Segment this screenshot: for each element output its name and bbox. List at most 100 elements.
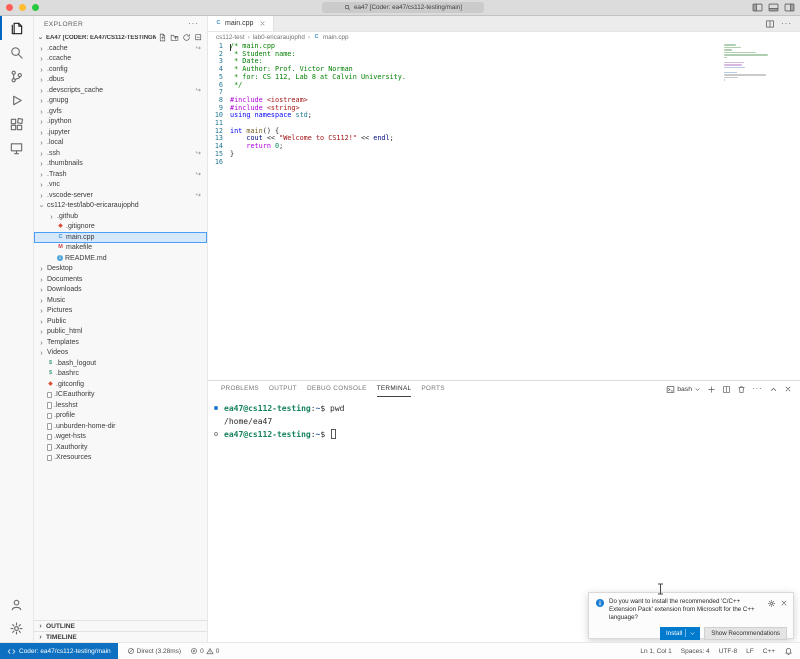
split-terminal-button[interactable]	[722, 385, 731, 394]
tree-item-main-cpp[interactable]: Cmain.cpp	[34, 232, 207, 243]
tree-item-profile[interactable]: .profile	[34, 411, 207, 422]
tree-item-vnc[interactable]: ›.vnc	[34, 180, 207, 191]
code-line[interactable]: 16	[208, 159, 740, 167]
code-line[interactable]: 11	[208, 120, 740, 128]
collapse-folders-button[interactable]	[194, 33, 203, 42]
status-latency[interactable]: Direct (3.28ms)	[127, 647, 181, 655]
tree-item-unburden-home-dir[interactable]: .unburden-home-dir	[34, 421, 207, 432]
tree-item-pictures[interactable]: ›Pictures	[34, 306, 207, 317]
panel-tab-problems[interactable]: PROBLEMS	[221, 381, 259, 397]
panel-more-actions-button[interactable]: ···	[752, 385, 763, 393]
code-editor[interactable]: 1/* main.cpp2 * Student name:3 * Date:4 …	[208, 43, 740, 166]
window-zoom-button[interactable]	[32, 4, 39, 11]
tree-item-videos[interactable]: ›Videos	[34, 348, 207, 359]
tree-item-local[interactable]: ›.local	[34, 138, 207, 149]
tree-item-templates[interactable]: ›Templates	[34, 337, 207, 348]
install-button[interactable]: Install	[660, 627, 700, 640]
tree-item-devscripts-cache[interactable]: ›.devscripts_cache↪	[34, 85, 207, 96]
toggle-sidebar-icon[interactable]	[752, 2, 763, 13]
tab-main-cpp[interactable]: C main.cpp	[208, 16, 274, 31]
source-control-icon[interactable]	[0, 64, 33, 88]
breadcrumb-item[interactable]: cs112-test	[216, 34, 245, 41]
terminal-line[interactable]: ea47@cs112-testing:~$ pwd	[224, 402, 800, 415]
tree-item-dbus[interactable]: ›.dbus	[34, 75, 207, 86]
close-panel-button[interactable]	[784, 385, 792, 393]
code-line[interactable]: 15}	[208, 151, 740, 159]
tree-item-desktop[interactable]: ›Desktop	[34, 264, 207, 275]
editor-more-actions-button[interactable]: ···	[781, 20, 792, 28]
split-editor-button[interactable]	[765, 19, 775, 29]
status-encoding[interactable]: UTF-8	[719, 648, 737, 655]
window-minimize-button[interactable]	[19, 4, 26, 11]
tree-item-gitignore[interactable]: ◆.gitignore	[34, 222, 207, 233]
tree-item-ccache[interactable]: ›.ccache	[34, 54, 207, 65]
code-line[interactable]: 14 return 0;	[208, 143, 740, 151]
tree-item-readme-md[interactable]: iREADME.md	[34, 253, 207, 264]
status-language[interactable]: C++	[763, 648, 775, 655]
tree-item-xauthority[interactable]: .Xauthority	[34, 442, 207, 453]
toggle-panel-icon[interactable]	[768, 2, 779, 13]
window-close-button[interactable]	[6, 4, 13, 11]
explorer-icon[interactable]	[0, 16, 33, 40]
tree-item-public-html[interactable]: ›public_html	[34, 327, 207, 338]
tree-item-cache[interactable]: ›.cache↪	[34, 43, 207, 54]
tree-item-documents[interactable]: ›Documents	[34, 274, 207, 285]
outline-section[interactable]: › OUTLINE	[34, 620, 207, 631]
tree-item-bash-logout[interactable]: $.bash_logout	[34, 358, 207, 369]
code-line[interactable]: 13 cout << "Welcome to CS112!" << endl;	[208, 135, 740, 143]
tree-item-config[interactable]: ›.config	[34, 64, 207, 75]
tree-item-music[interactable]: ›Music	[34, 295, 207, 306]
notification-close-icon[interactable]	[780, 599, 788, 607]
command-center[interactable]: ea47 [Coder: ea47/cs112-testing/main]	[322, 2, 484, 13]
account-icon[interactable]	[0, 592, 33, 616]
tree-item-ssh[interactable]: ›.ssh↪	[34, 148, 207, 159]
code-line[interactable]: 2 * Student name:	[208, 51, 740, 59]
breadcrumb[interactable]: cs112-test › lab0-ericaraujophd › C main…	[208, 32, 800, 43]
notification-settings-icon[interactable]	[767, 599, 776, 608]
status-problems[interactable]: 0 0	[190, 647, 219, 655]
notifications-bell[interactable]	[784, 647, 793, 656]
status-eol[interactable]: LF	[746, 648, 754, 655]
search-icon[interactable]	[0, 40, 33, 64]
code-line[interactable]: 5 * for: CS 112, Lab 8 at Calvin Univers…	[208, 74, 740, 82]
tree-item-public[interactable]: ›Public	[34, 316, 207, 327]
tree-item-gvfs[interactable]: ›.gvfs	[34, 106, 207, 117]
code-line[interactable]: 6 */	[208, 82, 740, 90]
tree-item-cs112-test-lab0-ericaraujophd[interactable]: ›cs112-test/lab0-ericaraujophd	[34, 201, 207, 212]
show-recommendations-button[interactable]: Show Recommendations	[704, 627, 787, 640]
terminal-line[interactable]: /home/ea47	[224, 415, 800, 428]
panel-tab-ports[interactable]: PORTS	[421, 381, 444, 397]
panel-tab-debug-console[interactable]: DEBUG CONSOLE	[307, 381, 367, 397]
tree-item-ipython[interactable]: ›.ipython	[34, 117, 207, 128]
close-tab-icon[interactable]	[259, 20, 266, 27]
breadcrumb-item[interactable]: main.cpp	[323, 34, 349, 41]
new-terminal-button[interactable]	[707, 385, 716, 394]
tree-item-trash[interactable]: ›.Trash↪	[34, 169, 207, 180]
status-cursor-position[interactable]: Ln 1, Col 1	[640, 648, 671, 655]
tree-item-gitconfig[interactable]: ◆.gitconfig	[34, 379, 207, 390]
tree-item-github[interactable]: ›.github	[34, 211, 207, 222]
tree-item-bashrc[interactable]: $.bashrc	[34, 369, 207, 380]
tree-item-xresources[interactable]: .Xresources	[34, 453, 207, 464]
install-dropdown-icon[interactable]	[689, 630, 696, 637]
extensions-icon[interactable]	[0, 112, 33, 136]
terminal-shell-picker[interactable]: bash	[666, 385, 701, 394]
new-folder-button[interactable]	[170, 33, 179, 42]
tree-item-makefile[interactable]: Mmakefile	[34, 243, 207, 254]
new-file-button[interactable]	[158, 33, 167, 42]
tree-item-gnupg[interactable]: ›.gnupg	[34, 96, 207, 107]
panel-tab-terminal[interactable]: TERMINAL	[377, 381, 412, 397]
tree-item-jupyter[interactable]: ›.jupyter	[34, 127, 207, 138]
tree-item-vscode-server[interactable]: ›.vscode-server↪	[34, 190, 207, 201]
refresh-explorer-button[interactable]	[182, 33, 191, 42]
terminal-line[interactable]: ea47@cs112-testing:~$	[224, 428, 800, 441]
tree-item-wget-hsts[interactable]: .wget-hsts	[34, 432, 207, 443]
breadcrumb-item[interactable]: lab0-ericaraujophd	[253, 34, 305, 41]
run-debug-icon[interactable]	[0, 88, 33, 112]
maximize-panel-button[interactable]	[769, 385, 778, 394]
toggle-secondary-sidebar-icon[interactable]	[784, 2, 795, 13]
explorer-more-actions-button[interactable]: ···	[188, 20, 199, 28]
kill-terminal-button[interactable]	[737, 385, 746, 394]
tree-item-lesshst[interactable]: .lesshst	[34, 400, 207, 411]
tree-item-thumbnails[interactable]: ›.thumbnails	[34, 159, 207, 170]
